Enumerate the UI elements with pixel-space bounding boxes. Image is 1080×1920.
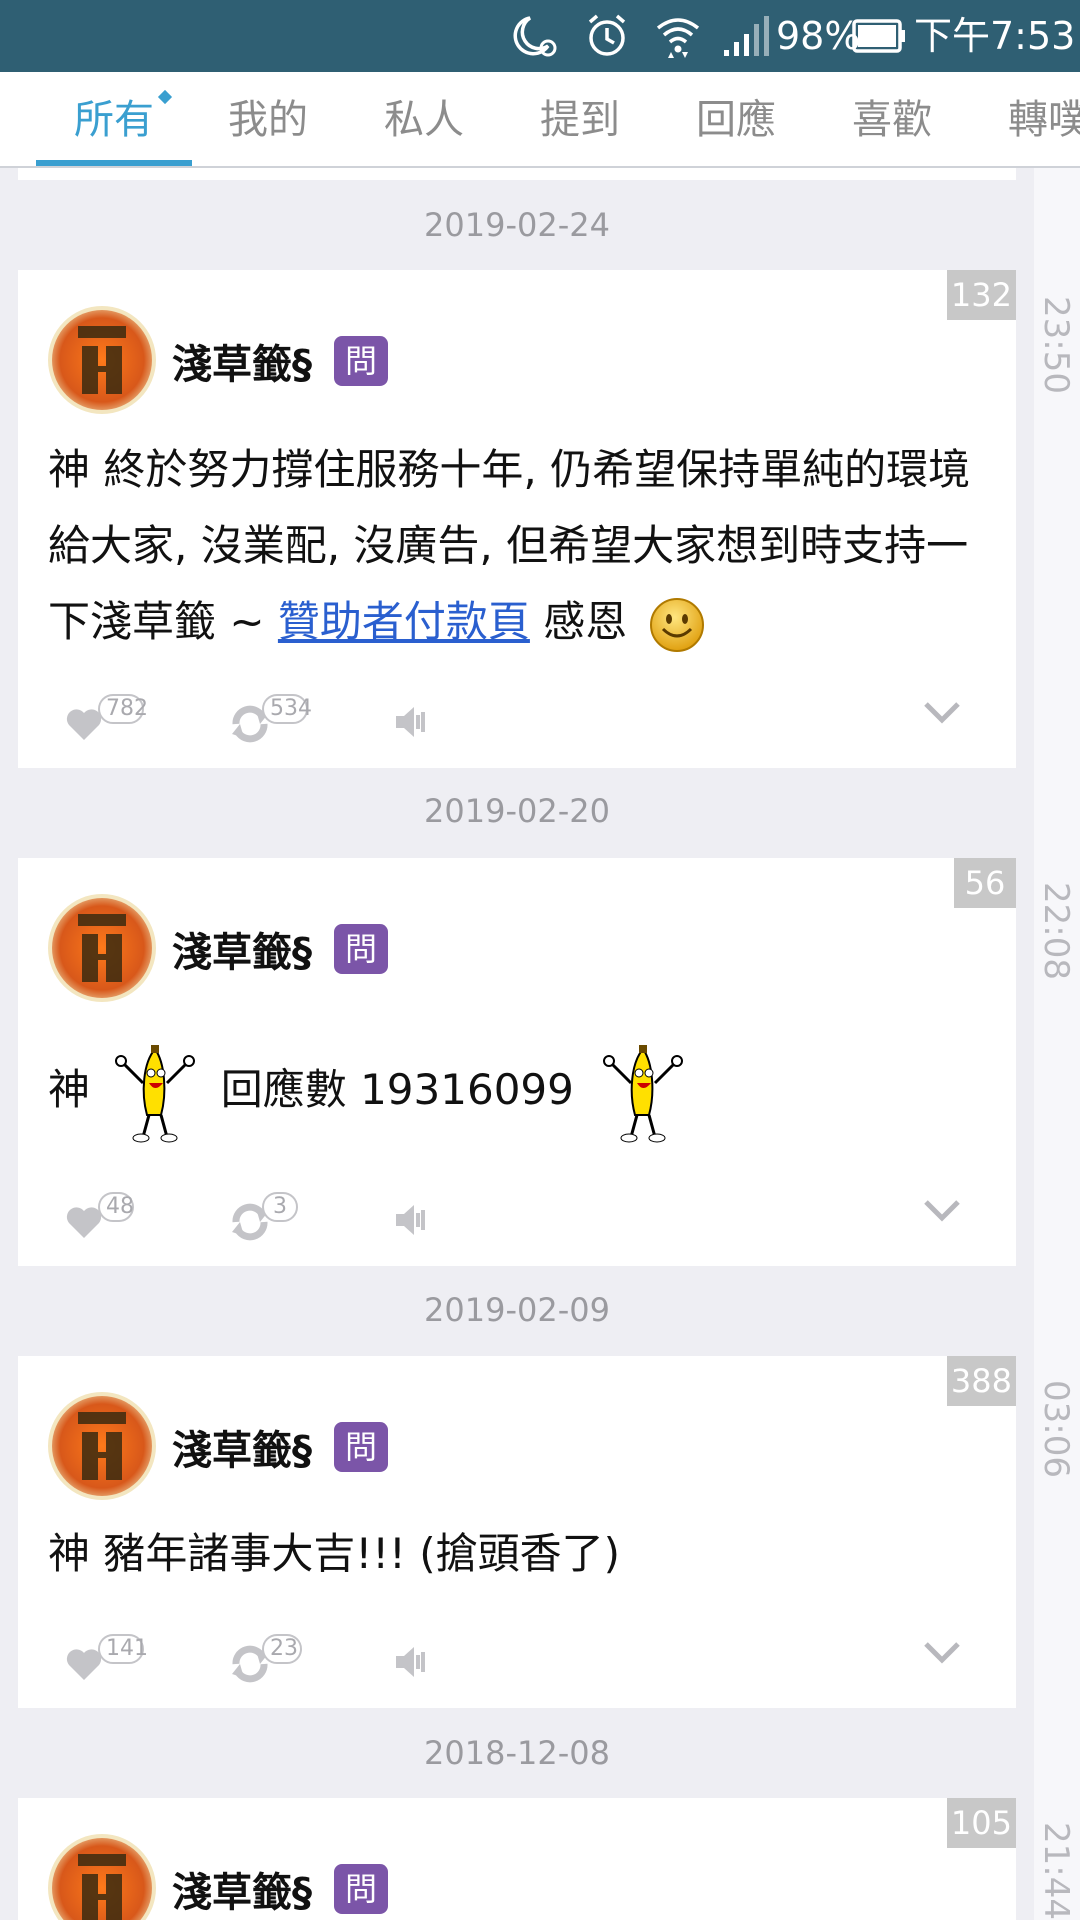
tab-mentions[interactable]: 提到 [502, 72, 658, 166]
timeline-gutter [1034, 168, 1080, 1920]
wifi-icon [654, 12, 702, 60]
post-time: 21:44 [1036, 1822, 1076, 1920]
post-text-after-link: 感恩 [529, 597, 628, 646]
post-time: 23:50 [1036, 296, 1076, 394]
signal-icon [722, 12, 770, 60]
post-actions: 782 534 [18, 690, 1016, 750]
post-text: 豬年諸事大吉!!! (搶頭香了) [103, 1529, 621, 1578]
dancing-banana-emoticon-icon [113, 1043, 197, 1143]
tab-responses[interactable]: 回應 [658, 72, 814, 166]
status-bar: 98% 下午7:53 [0, 0, 1080, 72]
chevron-down-icon[interactable] [922, 1188, 962, 1248]
tab-likes[interactable]: 喜歡 [814, 72, 970, 166]
date-separator: 2019-02-09 [424, 1291, 610, 1329]
like-heart-icon[interactable] [64, 690, 104, 750]
tab-replurks[interactable]: 轉噗 [970, 72, 1080, 166]
mute-speaker-icon[interactable] [392, 690, 432, 750]
post-card[interactable]: 56 淺草籤§ 問 神 回應數 19316099 48 3 [18, 858, 1016, 1266]
active-tab-underline [36, 160, 192, 166]
filter-tabs: 所有 我的 私人 提到 回應 喜歡 轉噗 [0, 72, 1080, 168]
dancing-banana-emoticon-icon [601, 1043, 685, 1143]
like-heart-icon[interactable] [64, 1630, 104, 1690]
clock-time: 下午7:53 [914, 14, 1076, 58]
replurk-count: 3 [262, 1192, 298, 1222]
post-content: 神 豬年諸事大吉!!! (搶頭香了) [48, 1516, 1008, 1592]
replurk-count: 534 [262, 694, 312, 724]
battery-percent: 98% [776, 14, 861, 58]
qualifier-badge: 問 [334, 1864, 388, 1914]
like-count: 48 [98, 1192, 134, 1222]
username[interactable]: 淺草籤§ [172, 332, 312, 390]
post-content: 神 終於努力撐住服務十年, 仍希望保持單純的環境給大家, 沒業配, 沒廣告, 但… [48, 432, 1008, 660]
post-card[interactable]: 105 淺草籤§ 問 [18, 1798, 1016, 1920]
tab-private[interactable]: 私人 [346, 72, 502, 166]
post-verb: 神 [48, 1529, 91, 1578]
post-actions: 48 3 [18, 1188, 1016, 1248]
response-count-badge: 388 [946, 1356, 1016, 1406]
response-count-badge: 105 [946, 1798, 1016, 1848]
avatar[interactable] [48, 1392, 156, 1500]
date-separator: 2019-02-24 [424, 206, 610, 244]
username[interactable]: 淺草籤§ [172, 1860, 312, 1918]
response-count-badge: 132 [946, 270, 1016, 320]
post-verb: 神 [48, 445, 91, 494]
post-content: 神 回應數 19316099 [48, 1040, 1008, 1143]
qualifier-badge: 問 [334, 1422, 388, 1472]
do-not-disturb-moon-icon [508, 12, 560, 60]
like-count: 782 [98, 694, 148, 724]
battery-icon [852, 12, 906, 60]
replurk-count: 23 [262, 1634, 302, 1664]
username[interactable]: 淺草籤§ [172, 920, 312, 978]
post-actions: 141 23 [18, 1630, 1016, 1690]
qualifier-badge: 問 [334, 336, 388, 386]
avatar[interactable] [48, 1834, 156, 1920]
chevron-down-icon[interactable] [922, 1630, 962, 1690]
like-count: 141 [98, 1634, 148, 1664]
date-separator: 2019-02-20 [424, 792, 610, 830]
post-text: 回應數 19316099 [220, 1065, 574, 1114]
response-count-badge: 56 [954, 858, 1016, 908]
post-verb: 神 [48, 1065, 91, 1114]
chevron-down-icon[interactable] [922, 690, 962, 750]
post-time: 03:06 [1036, 1380, 1076, 1478]
date-separator: 2018-12-08 [424, 1734, 610, 1772]
avatar[interactable] [48, 894, 156, 1002]
post-time: 22:08 [1036, 882, 1076, 980]
username[interactable]: 淺草籤§ [172, 1418, 312, 1476]
qualifier-badge: 問 [334, 924, 388, 974]
tab-mine[interactable]: 我的 [190, 72, 346, 166]
sponsor-payment-link[interactable]: 贊助者付款頁 [278, 597, 530, 646]
mute-speaker-icon[interactable] [392, 1630, 432, 1690]
post-card[interactable]: 132 淺草籤§ 問 神 終於努力撐住服務十年, 仍希望保持單純的環境給大家, … [18, 270, 1016, 768]
previous-card-edge [18, 168, 1016, 180]
post-card[interactable]: 388 淺草籤§ 問 神 豬年諸事大吉!!! (搶頭香了) 141 23 [18, 1356, 1016, 1708]
avatar[interactable] [48, 306, 156, 414]
mute-speaker-icon[interactable] [392, 1188, 432, 1248]
tab-all[interactable]: 所有 [36, 72, 192, 166]
alarm-icon [584, 12, 630, 60]
smiley-emoticon-icon [649, 597, 705, 653]
like-heart-icon[interactable] [64, 1188, 104, 1248]
